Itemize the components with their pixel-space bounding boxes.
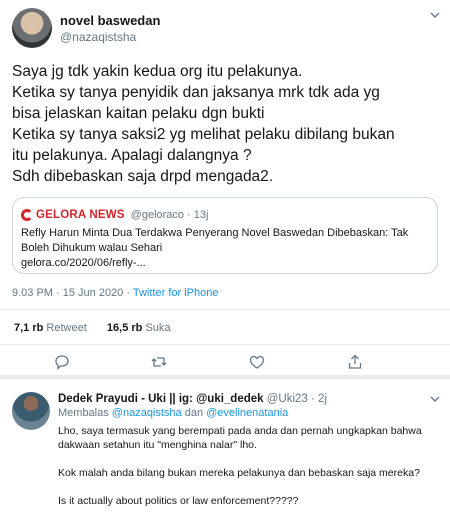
main-tweet: novel baswedan @nazaqistsha Saya jg tdk …: [0, 0, 450, 375]
author-handle[interactable]: @nazaqistsha: [60, 30, 136, 44]
tweet-stats: 7,1 rb Retweet 16,5 rb Suka: [14, 322, 171, 334]
gelora-logo-icon: [21, 209, 33, 221]
retweet-label[interactable]: Retweet: [46, 322, 86, 334]
divider: [0, 344, 450, 345]
mention-link[interactable]: @evelinenatania: [206, 407, 288, 419]
like-count[interactable]: 16,5 rb: [107, 322, 142, 334]
retweet-icon[interactable]: [150, 353, 168, 371]
tweet-timestamp[interactable]: 9.03 PM · 15 Jun 2020 ·: [12, 287, 133, 299]
action-bar: [0, 353, 450, 375]
section-separator: [0, 375, 450, 379]
like-icon[interactable]: [248, 353, 266, 371]
tweet-line: Sdh dibebaskan saja drpd mengada2.: [12, 168, 274, 185]
quote-link[interactable]: gelora.co/2020/06/refly-...: [21, 256, 431, 271]
reply-paragraph: Kok malah anda bilang bukan mereka pelak…: [58, 467, 420, 479]
reply-paragraph: Is it actually about politics or law enf…: [58, 495, 299, 507]
tweet-client-link[interactable]: Twitter for iPhone: [133, 287, 219, 299]
quote-source-handle: @geloraco: [130, 209, 185, 221]
caret-down-icon[interactable]: [428, 392, 442, 406]
replying-prefix: Membalas: [58, 407, 112, 419]
reply-author-handle[interactable]: @Uki23: [267, 393, 308, 405]
tweet-text: Saya jg tdk yakin kedua org itu pelakuny…: [12, 61, 442, 187]
quote-line: Boleh Dihukum walau Sehari: [21, 242, 163, 254]
reply-header: Dedek Prayudi - Uki || ig: @uki_dedek @U…: [58, 393, 327, 405]
author-name[interactable]: novel baswedan: [60, 13, 160, 28]
quote-line: Refly Harun Minta Dua Terdakwa Penyerang…: [21, 227, 409, 239]
retweet-count[interactable]: 7,1 rb: [14, 322, 43, 334]
reply-time[interactable]: · 2j: [308, 393, 327, 405]
tweet-meta: 9.03 PM · 15 Jun 2020 · Twitter for iPho…: [12, 287, 218, 299]
tweet-line: bisa jelaskan kaitan pelaku dgn bukti: [12, 105, 265, 122]
avatar[interactable]: [12, 8, 52, 48]
like-label[interactable]: Suka: [145, 322, 170, 334]
mention-separator: dan: [181, 407, 207, 419]
avatar[interactable]: [12, 392, 50, 430]
divider: [0, 309, 450, 310]
reply-icon[interactable]: [53, 353, 71, 371]
quote-source-name: GELORA NEWS: [36, 209, 125, 221]
quote-text: Refly Harun Minta Dua Terdakwa Penyerang…: [21, 226, 431, 271]
replying-to: Membalas @nazaqistsha dan @evelinenatani…: [58, 407, 288, 419]
share-icon[interactable]: [346, 353, 364, 371]
reply-author-name[interactable]: Dedek Prayudi - Uki || ig: @uki_dedek: [58, 393, 264, 405]
reply-text: Lho, saya termasuk yang berempati pada a…: [58, 424, 443, 516]
tweet-line: Ketika sy tanya saksi2 yg melihat pelaku…: [12, 126, 395, 143]
tweet-line: Ketika sy tanya penyidik dan jaksanya mr…: [12, 84, 380, 101]
quote-header: GELORA NEWS @geloraco · 13j: [21, 208, 208, 222]
mention-link[interactable]: @nazaqistsha: [112, 407, 182, 419]
quoted-tweet-card[interactable]: GELORA NEWS @geloraco · 13j Refly Harun …: [12, 197, 438, 274]
tweet-line: itu pelakunya. Apalagi dalangnya ?: [12, 147, 252, 164]
caret-down-icon[interactable]: [428, 8, 442, 22]
tweet-line: Saya jg tdk yakin kedua org itu pelakuny…: [12, 63, 303, 80]
quote-source-time: · 13j: [187, 209, 209, 221]
reply-paragraph: Lho, saya termasuk yang berempati pada a…: [58, 425, 422, 451]
